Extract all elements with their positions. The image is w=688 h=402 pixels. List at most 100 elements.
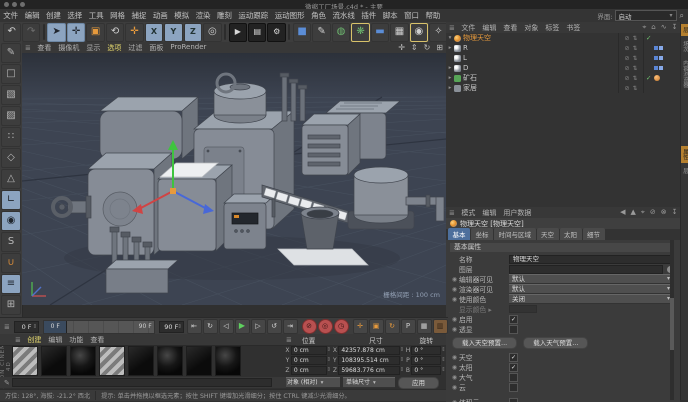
menu-item[interactable]: 选择 (64, 10, 85, 21)
position-field[interactable]: 0 cm (291, 356, 327, 365)
side-tab[interactable]: 层 (681, 165, 688, 177)
position-field[interactable]: 0 cm (291, 366, 327, 375)
material-swatch[interactable] (157, 346, 183, 376)
attribute-manager-tool-icon[interactable]: ⌖ (638, 208, 647, 217)
size-field[interactable]: 42357.878 cm (338, 346, 399, 355)
object-manager-menu-item[interactable]: 查看 (500, 23, 521, 33)
tag-column[interactable]: ✓ (644, 73, 680, 83)
size-mode-select[interactable]: 单轴尺寸 (343, 377, 395, 388)
toolbar-button[interactable]: ◎ (203, 23, 221, 42)
viewport-menu-item[interactable]: 查看 (34, 43, 55, 53)
panel-menu-icon[interactable]: ≣ (284, 336, 294, 344)
tag-column[interactable]: ✓ (644, 33, 680, 43)
viewport-nav-icon[interactable]: ⇕ (408, 43, 421, 52)
dropdown-field[interactable]: 关闭 (509, 294, 672, 304)
palette-button[interactable]: ▨ (1, 106, 21, 126)
visibility-dots[interactable]: ⊘⇅ (618, 53, 644, 63)
transport-button[interactable]: ▶ (235, 319, 250, 334)
transport-button[interactable]: ▷ (251, 319, 266, 334)
palette-button[interactable]: ∪ (1, 253, 21, 273)
transport-button[interactable]: ◁ (219, 319, 234, 334)
keyframe-toggle-button[interactable]: ▣ (369, 319, 384, 334)
visibility-dots[interactable]: ⊘⇅ (618, 33, 644, 43)
viewport-canvas[interactable]: 栅格间距 : 100 cm (22, 53, 446, 305)
attribute-manager-menu-item[interactable]: 模式 (458, 208, 479, 218)
transport-button[interactable]: ⇥ (283, 319, 298, 334)
menu-item[interactable]: 渲染 (192, 10, 213, 21)
menu-item[interactable]: 网格 (107, 10, 128, 21)
material-menu-item[interactable]: 创建 (24, 335, 45, 345)
material-swatch[interactable] (12, 346, 38, 376)
toolbar-button[interactable]: X (145, 23, 163, 42)
object-row[interactable]: ▸ R ⊘⇅ (446, 43, 680, 53)
toolbar-button[interactable]: ➤ (47, 23, 65, 42)
palette-button[interactable]: S (1, 232, 21, 252)
keyframe-dot-icon[interactable]: ◉ (450, 374, 459, 381)
object-manager-menu-item[interactable]: 编辑 (479, 23, 500, 33)
dropdown-field[interactable]: 默认 (509, 284, 672, 294)
keyframe-toggle-button[interactable]: ▥ (433, 319, 448, 334)
attribute-manager-menu-item[interactable]: 编辑 (479, 208, 500, 218)
material-swatch[interactable] (41, 346, 67, 376)
side-tab[interactable]: 场次 (681, 38, 688, 55)
object-label[interactable]: 家居 (463, 83, 477, 93)
toolbar-button[interactable] (288, 24, 290, 40)
object-manager-menu-item[interactable]: 对象 (521, 23, 542, 33)
scrollbar[interactable] (670, 240, 674, 400)
attribute-manager-tool-icon[interactable]: ▲ (628, 208, 638, 217)
toolbar-button[interactable]: ✛ (67, 23, 85, 42)
toolbar-button[interactable]: Z (184, 23, 202, 42)
keyframe-dot-icon[interactable]: ◉ (450, 276, 459, 283)
material-swatch[interactable] (128, 346, 154, 376)
keyframe-toggle-button[interactable]: ▦ (417, 319, 432, 334)
object-manager-tool-icon[interactable]: ⌂ (649, 23, 658, 32)
keyframe-dot-icon[interactable]: ◉ (450, 354, 459, 361)
menu-item[interactable]: 窗口 (401, 10, 422, 21)
object-manager-menu-item[interactable]: 标签 (542, 23, 563, 33)
object-row[interactable]: L ⊘⇅ (446, 53, 680, 63)
apply-button[interactable]: 应用 (398, 377, 439, 389)
object-row[interactable]: ▸ 矿石 ⊘⇅ ✓ (446, 73, 680, 83)
load-preset-button[interactable]: 载入天空预置... (452, 337, 517, 349)
attribute-tab[interactable]: 时间与区域 (494, 228, 536, 240)
toolbar-button[interactable] (43, 24, 45, 40)
side-tab[interactable]: 内容浏览器 (681, 57, 688, 91)
menu-item[interactable]: 运动跟踪 (235, 10, 271, 21)
position-field[interactable]: 0 cm (291, 346, 327, 355)
attribute-manager-menu-item[interactable]: 用户数据 (500, 208, 535, 218)
keyframe-dot-icon[interactable]: ◉ (450, 364, 459, 371)
object-tags[interactable] (654, 66, 664, 70)
palette-button[interactable]: ▧ (1, 85, 21, 105)
menu-item[interactable]: 文件 (0, 10, 21, 21)
attribute-manager-tool-icon[interactable]: ◀ (618, 208, 628, 217)
toolbar-button[interactable]: ⟲ (106, 23, 124, 42)
text-field[interactable]: 物理天空 (509, 255, 672, 264)
color-field[interactable] (509, 305, 537, 313)
size-field[interactable]: 59683.776 cm (338, 366, 399, 375)
attribute-manager-tool-icon[interactable]: ↧ (669, 208, 680, 217)
side-tab[interactable]: 属性 (681, 146, 688, 163)
palette-button[interactable]: △ (1, 169, 21, 189)
palette-button[interactable]: ⊞ (1, 295, 21, 315)
menu-item[interactable]: 脚本 (380, 10, 401, 21)
attribute-tab[interactable]: 细节 (583, 228, 605, 240)
toolbar-button[interactable] (224, 24, 226, 40)
rotation-field[interactable]: 0 ° (411, 366, 441, 375)
menu-item[interactable]: 编辑 (21, 10, 42, 21)
material-swatch[interactable] (215, 346, 241, 376)
keyframe-dot-icon[interactable]: ◉ (450, 316, 459, 323)
keyframe-dot-icon[interactable]: ◉ (450, 296, 459, 303)
object-label[interactable]: R (463, 44, 468, 52)
interface-select[interactable]: 启动 ▾ (615, 10, 677, 21)
expand-icon[interactable]: ▸ (446, 85, 454, 91)
viewport-menu-item[interactable]: 面板 (146, 43, 167, 53)
visibility-dots[interactable]: ⊘⇅ (618, 83, 644, 93)
stepper-icon[interactable]: ⇕ (441, 347, 446, 353)
tag-column[interactable] (644, 83, 680, 93)
toolbar-button[interactable]: ✛ (125, 23, 143, 42)
material-swatch[interactable] (70, 346, 96, 376)
record-button[interactable]: ◎ (318, 319, 333, 334)
viewport-menu-item[interactable]: 显示 (83, 43, 104, 53)
menu-item[interactable]: 流水线 (329, 10, 358, 21)
viewport-menu-item[interactable]: 选项 (104, 43, 125, 53)
